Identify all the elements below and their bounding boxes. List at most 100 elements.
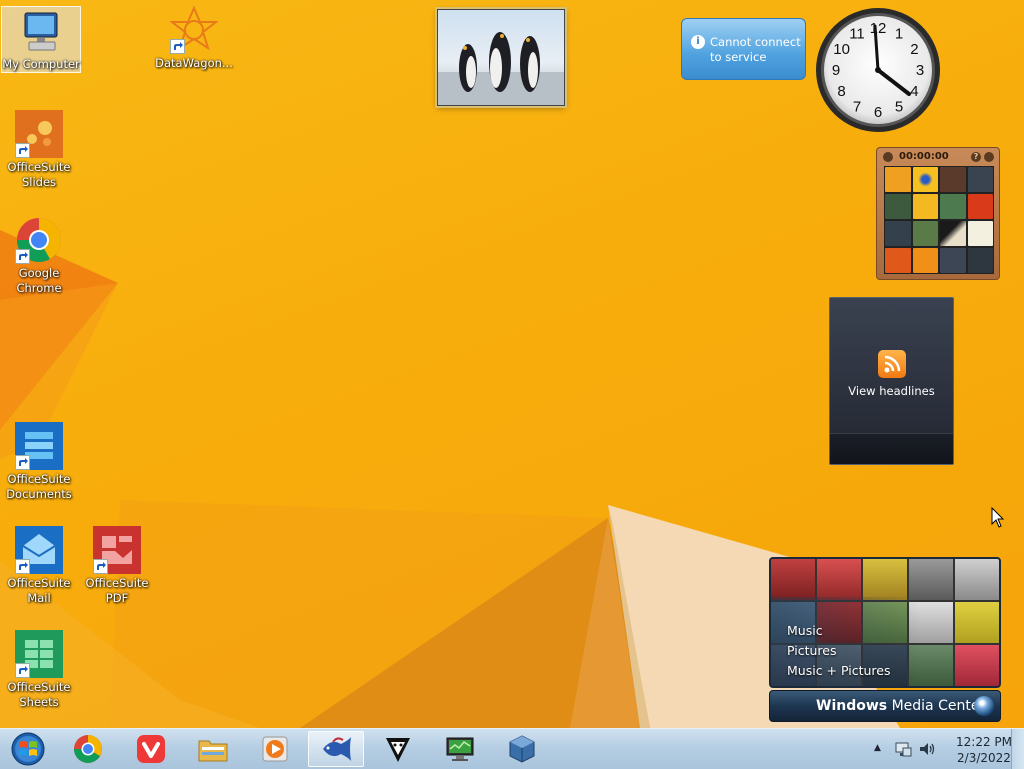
feed-headlines-gadget[interactable]: View headlines bbox=[829, 297, 954, 465]
puzzle-grid[interactable] bbox=[884, 166, 994, 274]
shortcut-arrow-icon bbox=[93, 559, 108, 574]
brand-rest: Media Center bbox=[887, 698, 986, 714]
media-center-gadget[interactable]: Music Pictures Music + Pictures Windows … bbox=[769, 557, 1001, 722]
puzzle-tile[interactable] bbox=[885, 194, 911, 219]
chrome-icon bbox=[74, 735, 102, 763]
options-icon[interactable] bbox=[984, 152, 994, 162]
puzzle-tile[interactable] bbox=[967, 221, 993, 246]
folder-icon bbox=[198, 740, 228, 762]
penguins-picture bbox=[438, 32, 564, 105]
menu-item-pictures[interactable]: Pictures bbox=[787, 641, 891, 661]
puzzle-tile[interactable] bbox=[912, 194, 938, 219]
officesuite-sheets-icon[interactable]: OfficeSuite Sheets bbox=[0, 630, 78, 710]
clock-numeral: 11 bbox=[849, 26, 865, 43]
puzzle-tile[interactable] bbox=[940, 248, 966, 273]
puzzle-tile[interactable] bbox=[885, 221, 911, 246]
icon-label: OfficeSuite Slides bbox=[7, 160, 71, 189]
icon-label: Google Chrome bbox=[16, 266, 62, 295]
shortcut-arrow-icon bbox=[15, 249, 30, 264]
icon-label: OfficeSuite Mail bbox=[7, 576, 71, 605]
media-center-banner[interactable]: Windows Media Center bbox=[769, 690, 1001, 722]
rss-icon bbox=[878, 350, 906, 378]
clock-numeral: 6 bbox=[874, 104, 882, 121]
clock-numeral: 12 bbox=[870, 20, 887, 37]
shortcut-arrow-icon bbox=[15, 143, 30, 158]
slideshow-gadget[interactable] bbox=[437, 9, 565, 106]
clock-numeral: 3 bbox=[916, 62, 924, 79]
taskbar-file-explorer[interactable] bbox=[185, 731, 241, 767]
virtualbox-icon bbox=[509, 735, 535, 763]
mouse-cursor-icon bbox=[991, 507, 1005, 528]
puzzle-tile[interactable] bbox=[967, 248, 993, 273]
puzzle-tile[interactable] bbox=[967, 194, 993, 219]
puzzle-tile[interactable] bbox=[912, 221, 938, 246]
weather-message: Cannot connect to service bbox=[710, 35, 801, 64]
back-icon[interactable] bbox=[883, 152, 893, 162]
shortcut-arrow-icon bbox=[15, 663, 30, 678]
media-player-icon bbox=[262, 736, 288, 762]
desktop[interactable]: My Computer DataWagon... OfficeSuite Sli bbox=[0, 0, 1024, 728]
view-headlines-link[interactable]: View headlines bbox=[830, 384, 953, 398]
clock-numeral: 4 bbox=[910, 83, 918, 100]
clock-numeral: 10 bbox=[833, 41, 850, 58]
picture-puzzle-gadget[interactable]: 00:00:00 ? bbox=[876, 147, 1000, 280]
clock-numeral: 9 bbox=[832, 62, 840, 79]
taskbar-media-player[interactable] bbox=[247, 731, 303, 767]
google-chrome-icon[interactable]: Google Chrome bbox=[0, 216, 78, 296]
brand-light: Windows bbox=[816, 698, 888, 714]
officesuite-slides-icon[interactable]: OfficeSuite Slides bbox=[0, 110, 78, 190]
show-hidden-icons-icon[interactable]: ▲ bbox=[874, 743, 881, 753]
clock-numeral: 2 bbox=[910, 41, 918, 58]
windows-start-icon bbox=[11, 732, 45, 766]
puzzle-tile[interactable] bbox=[967, 167, 993, 192]
puzzle-tile[interactable] bbox=[940, 167, 966, 192]
network-icon[interactable] bbox=[894, 740, 912, 758]
tray-date: 2/3/2022 bbox=[957, 751, 1011, 765]
puzzle-tile[interactable] bbox=[885, 248, 911, 273]
icon-label: DataWagon... bbox=[155, 56, 233, 70]
tray-time: 12:22 PM bbox=[956, 735, 1012, 749]
weather-gadget[interactable]: i Cannot connect to service bbox=[681, 18, 806, 80]
taskbar: ▲ 12:22 PM 2/3/2022 bbox=[0, 728, 1024, 769]
clock-numeral: 7 bbox=[853, 98, 861, 115]
clock-tray[interactable]: 12:22 PM 2/3/2022 bbox=[951, 734, 1017, 766]
feeds-footer bbox=[830, 433, 953, 464]
lion-shield-icon bbox=[386, 738, 410, 762]
shortcut-arrow-icon bbox=[15, 559, 30, 574]
icon-label: OfficeSuite PDF bbox=[85, 576, 149, 605]
my-computer-icon[interactable]: My Computer bbox=[1, 6, 81, 73]
puzzle-tile[interactable] bbox=[885, 167, 911, 192]
volume-icon[interactable] bbox=[918, 740, 936, 758]
officesuite-mail-icon[interactable]: OfficeSuite Mail bbox=[0, 526, 78, 606]
vivaldi-icon bbox=[137, 735, 165, 763]
system-tray: ▲ 12:22 PM 2/3/2022 bbox=[864, 729, 1024, 769]
taskbar-active-app[interactable] bbox=[308, 731, 364, 767]
officesuite-pdf-icon[interactable]: OfficeSuite PDF bbox=[78, 526, 156, 606]
puzzle-tile[interactable] bbox=[940, 194, 966, 219]
start-button[interactable] bbox=[0, 731, 56, 767]
clock-numeral: 8 bbox=[837, 83, 845, 100]
shortcut-arrow-icon bbox=[170, 39, 185, 54]
datawagon-icon[interactable]: DataWagon... bbox=[155, 5, 233, 71]
puzzle-tile[interactable] bbox=[912, 248, 938, 273]
taskbar-security-app[interactable] bbox=[370, 731, 426, 767]
betta-fish-icon bbox=[323, 737, 351, 761]
clock-gadget[interactable]: 12 12 3 45678 9 1011 bbox=[814, 6, 942, 134]
puzzle-timer: 00:00:00 bbox=[899, 151, 949, 162]
taskbar-chrome[interactable] bbox=[60, 731, 116, 767]
menu-item-music[interactable]: Music bbox=[787, 621, 891, 641]
officesuite-documents-icon[interactable]: OfficeSuite Documents bbox=[0, 422, 78, 502]
icon-label: OfficeSuite Documents bbox=[6, 472, 72, 501]
monitor-icon bbox=[446, 737, 474, 761]
info-icon: i bbox=[691, 35, 705, 49]
puzzle-tile[interactable] bbox=[940, 221, 966, 246]
windows-orb-icon bbox=[974, 696, 994, 716]
puzzle-tile[interactable] bbox=[912, 167, 938, 192]
taskbar-vivaldi[interactable] bbox=[123, 731, 179, 767]
taskbar-monitor-app[interactable] bbox=[432, 731, 488, 767]
help-icon[interactable]: ? bbox=[971, 152, 981, 162]
show-desktop-button[interactable] bbox=[1011, 729, 1024, 769]
taskbar-virtualbox[interactable] bbox=[494, 731, 550, 767]
icon-label: My Computer bbox=[2, 57, 80, 71]
menu-item-music-pictures[interactable]: Music + Pictures bbox=[787, 661, 891, 681]
